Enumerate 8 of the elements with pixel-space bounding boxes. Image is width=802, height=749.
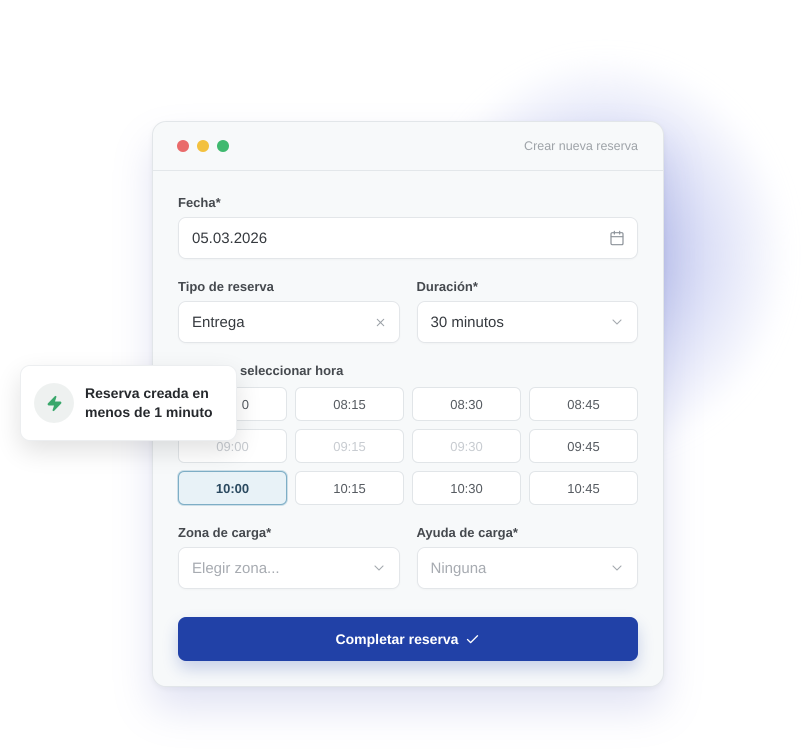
field-label: Ayuda de carga* xyxy=(416,525,518,541)
field-label: Fecha* xyxy=(178,195,221,211)
field-label: Duración* xyxy=(416,279,478,295)
toast-message: Reserva creada en menos de 1 minuto xyxy=(85,384,214,422)
field-label: seleccionar hora xyxy=(240,363,344,379)
field-label: Zona de carga* xyxy=(178,525,272,541)
field-label: Tipo de reserva xyxy=(178,279,274,295)
window-title: Crear nueva reserva xyxy=(524,139,638,153)
